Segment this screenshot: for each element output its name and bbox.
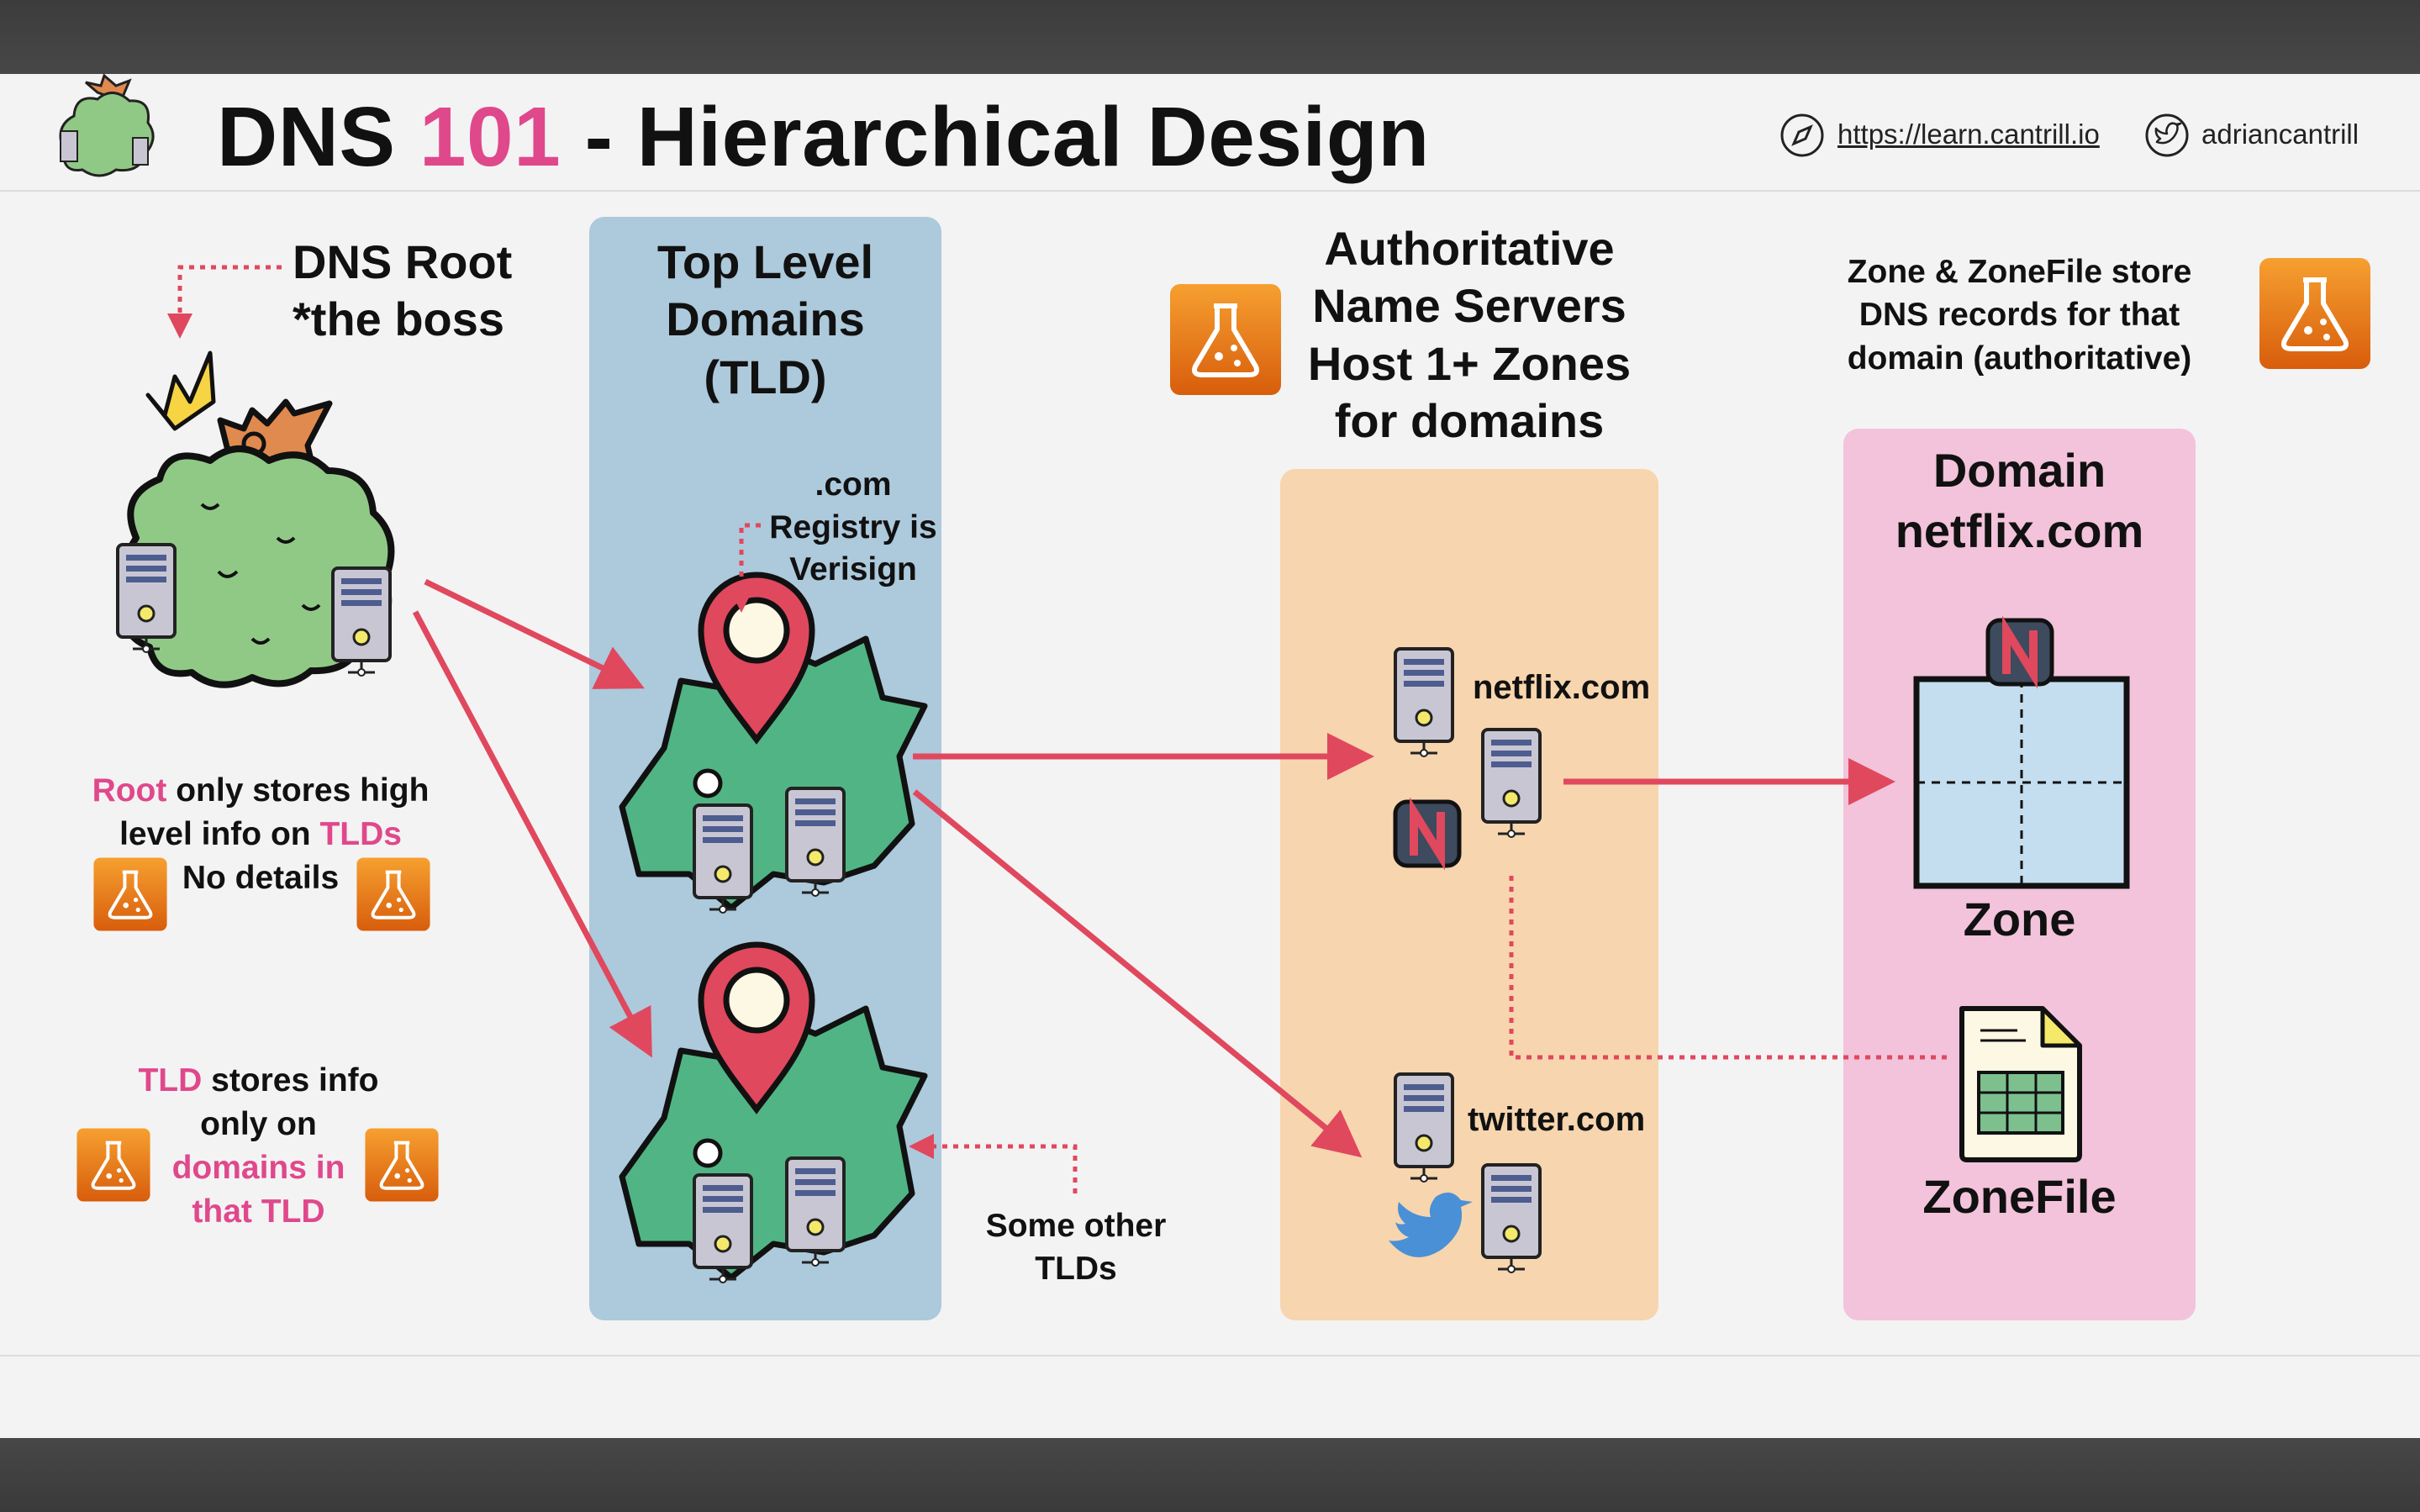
tld-note-term: TLD	[138, 1062, 203, 1098]
registry-note-line: Verisign	[789, 551, 917, 588]
zone-note-line: domain (authoritative)	[1847, 340, 2192, 377]
tld-panel-heading: Top Level Domains (TLD)	[589, 234, 941, 406]
root-note-line: Root only stores high	[50, 769, 471, 813]
dns-root-label: DNS Root *the boss	[293, 234, 512, 349]
root-note-text: level info on	[119, 815, 320, 852]
other-tlds-callout-connector	[909, 1134, 1078, 1193]
root-note-text: only stores high	[166, 772, 430, 809]
compass-icon	[1780, 113, 1824, 157]
root-note-line: level info on TLDs	[50, 813, 471, 856]
twitter-icon	[2145, 113, 2189, 157]
title-number: 101	[419, 90, 562, 184]
zone-note-line: DNS records for that	[1858, 297, 2180, 334]
title-suffix: - Hierarchical Design	[561, 90, 1430, 184]
registry-note-line: Registry is	[769, 508, 937, 545]
root-callout-connector	[167, 265, 282, 339]
zonefile-label: ZoneFile	[1922, 1170, 2117, 1223]
tld-note-term: that TLD	[192, 1193, 325, 1230]
other-tlds-line: Some other	[985, 1208, 1167, 1244]
netflix-ns-label: netflix.com	[1473, 669, 1651, 706]
tld-other-map-icon	[622, 945, 925, 1284]
other-tlds-line: TLDs	[1035, 1250, 1117, 1287]
website-link[interactable]: https://learn.cantrill.io	[1837, 119, 2100, 150]
domain-heading-line: netflix.com	[1895, 503, 2144, 557]
tld-note-line: TLD stores info	[101, 1059, 416, 1103]
tld-com-map-icon	[622, 575, 925, 914]
authoritative-heading-line: Host 1+ Zones	[1307, 336, 1632, 390]
slide-stage: DNS 101 - Hierarchical Design https://le…	[0, 0, 2420, 1512]
tld-note-text: stores info	[202, 1062, 379, 1098]
title-prefix: DNS	[217, 90, 419, 184]
other-tlds-note: Some other TLDs	[967, 1205, 1185, 1290]
registry-note: .com Registry is Verisign	[757, 464, 950, 592]
authoritative-heading: Authoritative Name Servers Host 1+ Zones…	[1259, 220, 1679, 450]
dns-root-tree-icon	[116, 350, 395, 688]
tld-note-text: only on	[200, 1105, 317, 1142]
tree-server-logo-icon	[59, 73, 155, 177]
lab-icon-zone	[2259, 258, 2370, 369]
zone-label: Zone	[1963, 893, 2076, 946]
dns-root-label-line: *the boss	[293, 292, 505, 346]
zone-note: Zone & ZoneFile store DNS records for th…	[1816, 250, 2223, 380]
twitter-ns-label: twitter.com	[1468, 1101, 1646, 1138]
tld-heading-line: Top Level	[656, 235, 874, 288]
arrow-tld-to-twitter-ns	[912, 789, 1363, 1158]
tld-heading-line: (TLD)	[704, 350, 827, 403]
twitter-handle[interactable]: adriancantrill	[2201, 119, 2359, 150]
tld-note: TLD stores info only on domains in that …	[101, 1059, 416, 1233]
zone-icon	[1913, 620, 2130, 889]
tld-note-term: domains in	[171, 1149, 345, 1186]
diagram-graphics	[59, 73, 2420, 1284]
registry-note-line: .com	[815, 466, 892, 503]
root-note-term: TLDs	[319, 815, 402, 852]
domain-heading-line: Domain	[1932, 444, 2106, 497]
dns-root-label-line: DNS Root	[293, 235, 513, 288]
page-title: DNS 101 - Hierarchical Design	[217, 89, 1430, 186]
arrow-root-to-com-tld	[424, 578, 645, 689]
authoritative-heading-line: for domains	[1334, 393, 1605, 447]
authoritative-heading-line: Name Servers	[1312, 279, 1627, 333]
root-note-term: Root	[92, 772, 167, 809]
zone-note-line: Zone & ZoneFile store	[1847, 254, 2192, 290]
authoritative-heading-line: Authoritative	[1324, 222, 1615, 275]
domain-panel-heading: Domain netflix.com	[1843, 440, 2196, 561]
root-note-text: No details	[182, 859, 340, 896]
tld-heading-line: Domains	[666, 292, 865, 346]
root-note: Root only stores high level info on TLDs…	[50, 769, 471, 900]
zonefile-icon	[1959, 1006, 2082, 1162]
